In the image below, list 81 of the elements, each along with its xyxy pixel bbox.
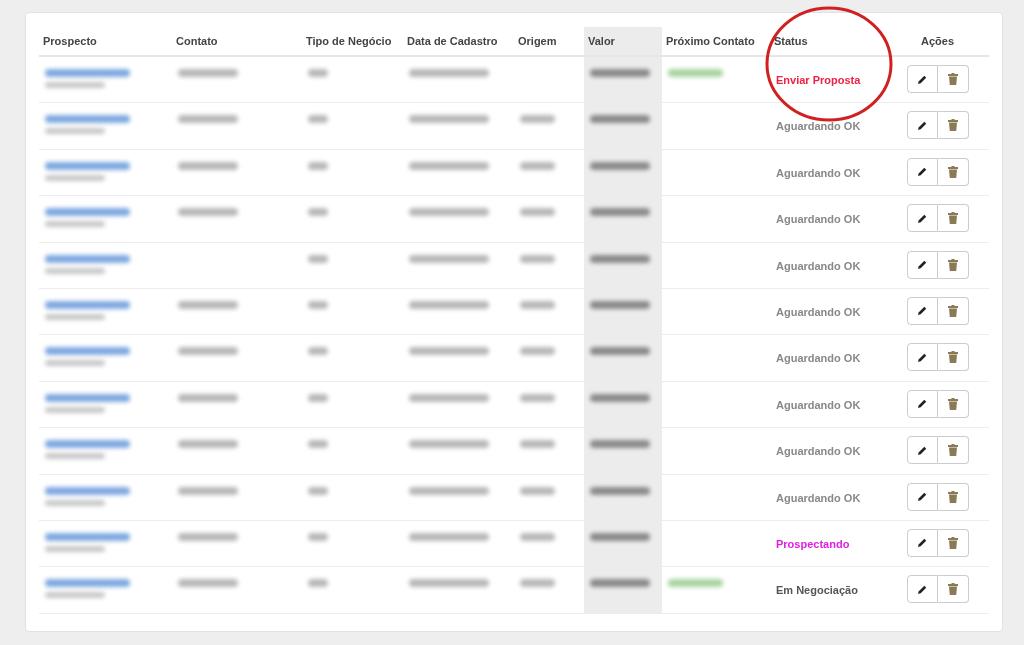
edit-button[interactable] bbox=[906, 111, 938, 140]
pencil-icon bbox=[916, 73, 928, 85]
status-label: Aguardando OK bbox=[776, 445, 861, 458]
blurred-text bbox=[45, 406, 105, 413]
column-header: Próximo Contato bbox=[665, 33, 756, 49]
blurred-text bbox=[45, 128, 105, 135]
pencil-icon bbox=[916, 166, 928, 178]
trash-icon bbox=[947, 258, 958, 271]
pencil-icon bbox=[916, 537, 928, 549]
edit-button[interactable] bbox=[906, 65, 938, 93]
column-header: Contato bbox=[175, 33, 219, 49]
blurred-text bbox=[45, 267, 105, 274]
column-header: Origem bbox=[517, 33, 558, 49]
status-label: Aguardando OK bbox=[776, 213, 861, 226]
pencil-icon bbox=[916, 119, 928, 131]
blurred-text bbox=[45, 453, 105, 460]
delete-button[interactable] bbox=[937, 436, 969, 465]
trash-icon bbox=[947, 304, 958, 317]
edit-button[interactable] bbox=[906, 157, 938, 186]
blurred-text bbox=[45, 545, 105, 552]
status-label: Aguardando OK bbox=[776, 120, 861, 133]
status-label: Prospectando bbox=[776, 537, 850, 550]
edit-button[interactable] bbox=[906, 296, 938, 325]
blurred-text bbox=[45, 360, 105, 367]
column-header: Tipo de Negócio bbox=[305, 33, 393, 49]
status-label: Aguardando OK bbox=[776, 166, 861, 179]
trash-icon bbox=[947, 536, 958, 549]
column-header: Valor bbox=[584, 27, 662, 55]
pencil-icon bbox=[916, 259, 928, 271]
edit-button[interactable] bbox=[906, 389, 938, 418]
status-label: Aguardando OK bbox=[776, 398, 861, 411]
blurred-text bbox=[45, 313, 105, 320]
blurred-text bbox=[45, 592, 105, 599]
delete-button[interactable] bbox=[937, 65, 969, 93]
column-header: Prospecto bbox=[42, 33, 98, 49]
edit-button[interactable] bbox=[906, 204, 938, 233]
delete-button[interactable] bbox=[937, 204, 969, 233]
trash-icon bbox=[947, 351, 958, 364]
delete-button[interactable] bbox=[937, 528, 969, 557]
trash-icon bbox=[947, 165, 958, 178]
blurred-text bbox=[45, 499, 105, 506]
edit-button[interactable] bbox=[906, 575, 938, 604]
delete-button[interactable] bbox=[937, 389, 969, 418]
column-header: Data de Cadastro bbox=[406, 33, 499, 49]
trash-icon bbox=[947, 212, 958, 225]
pencil-icon bbox=[916, 444, 928, 456]
trash-icon bbox=[947, 397, 958, 410]
delete-button[interactable] bbox=[937, 157, 969, 186]
trash-icon bbox=[947, 444, 958, 457]
status-label: Enviar Proposta bbox=[776, 74, 861, 86]
column-header: Ações bbox=[920, 33, 955, 49]
pencil-icon bbox=[916, 583, 928, 595]
delete-button[interactable] bbox=[937, 250, 969, 279]
status-label: Aguardando OK bbox=[776, 305, 861, 318]
trash-icon bbox=[947, 490, 958, 503]
delete-button[interactable] bbox=[937, 575, 969, 604]
status-label: Aguardando OK bbox=[776, 352, 861, 365]
edit-button[interactable] bbox=[906, 528, 938, 557]
edit-button[interactable] bbox=[906, 250, 938, 279]
pencil-icon bbox=[916, 398, 928, 410]
status-label: Aguardando OK bbox=[776, 259, 861, 272]
trash-icon bbox=[947, 119, 958, 132]
edit-button[interactable] bbox=[906, 436, 938, 465]
pencil-icon bbox=[916, 491, 928, 502]
pencil-icon bbox=[916, 305, 928, 317]
blurred-text bbox=[45, 174, 105, 181]
trash-icon bbox=[947, 73, 958, 85]
column-header: Status bbox=[773, 33, 809, 49]
pencil-icon bbox=[916, 212, 928, 224]
status-label: Aguardando OK bbox=[776, 491, 861, 504]
blurred-text bbox=[45, 221, 105, 228]
edit-button[interactable] bbox=[906, 482, 938, 511]
delete-button[interactable] bbox=[937, 296, 969, 325]
status-label: Em Negociação bbox=[776, 584, 858, 597]
pencil-icon bbox=[916, 351, 928, 363]
edit-button[interactable] bbox=[906, 343, 938, 372]
delete-button[interactable] bbox=[937, 482, 969, 511]
delete-button[interactable] bbox=[937, 343, 969, 372]
trash-icon bbox=[947, 583, 958, 596]
blurred-text bbox=[45, 82, 105, 88]
delete-button[interactable] bbox=[937, 111, 969, 140]
